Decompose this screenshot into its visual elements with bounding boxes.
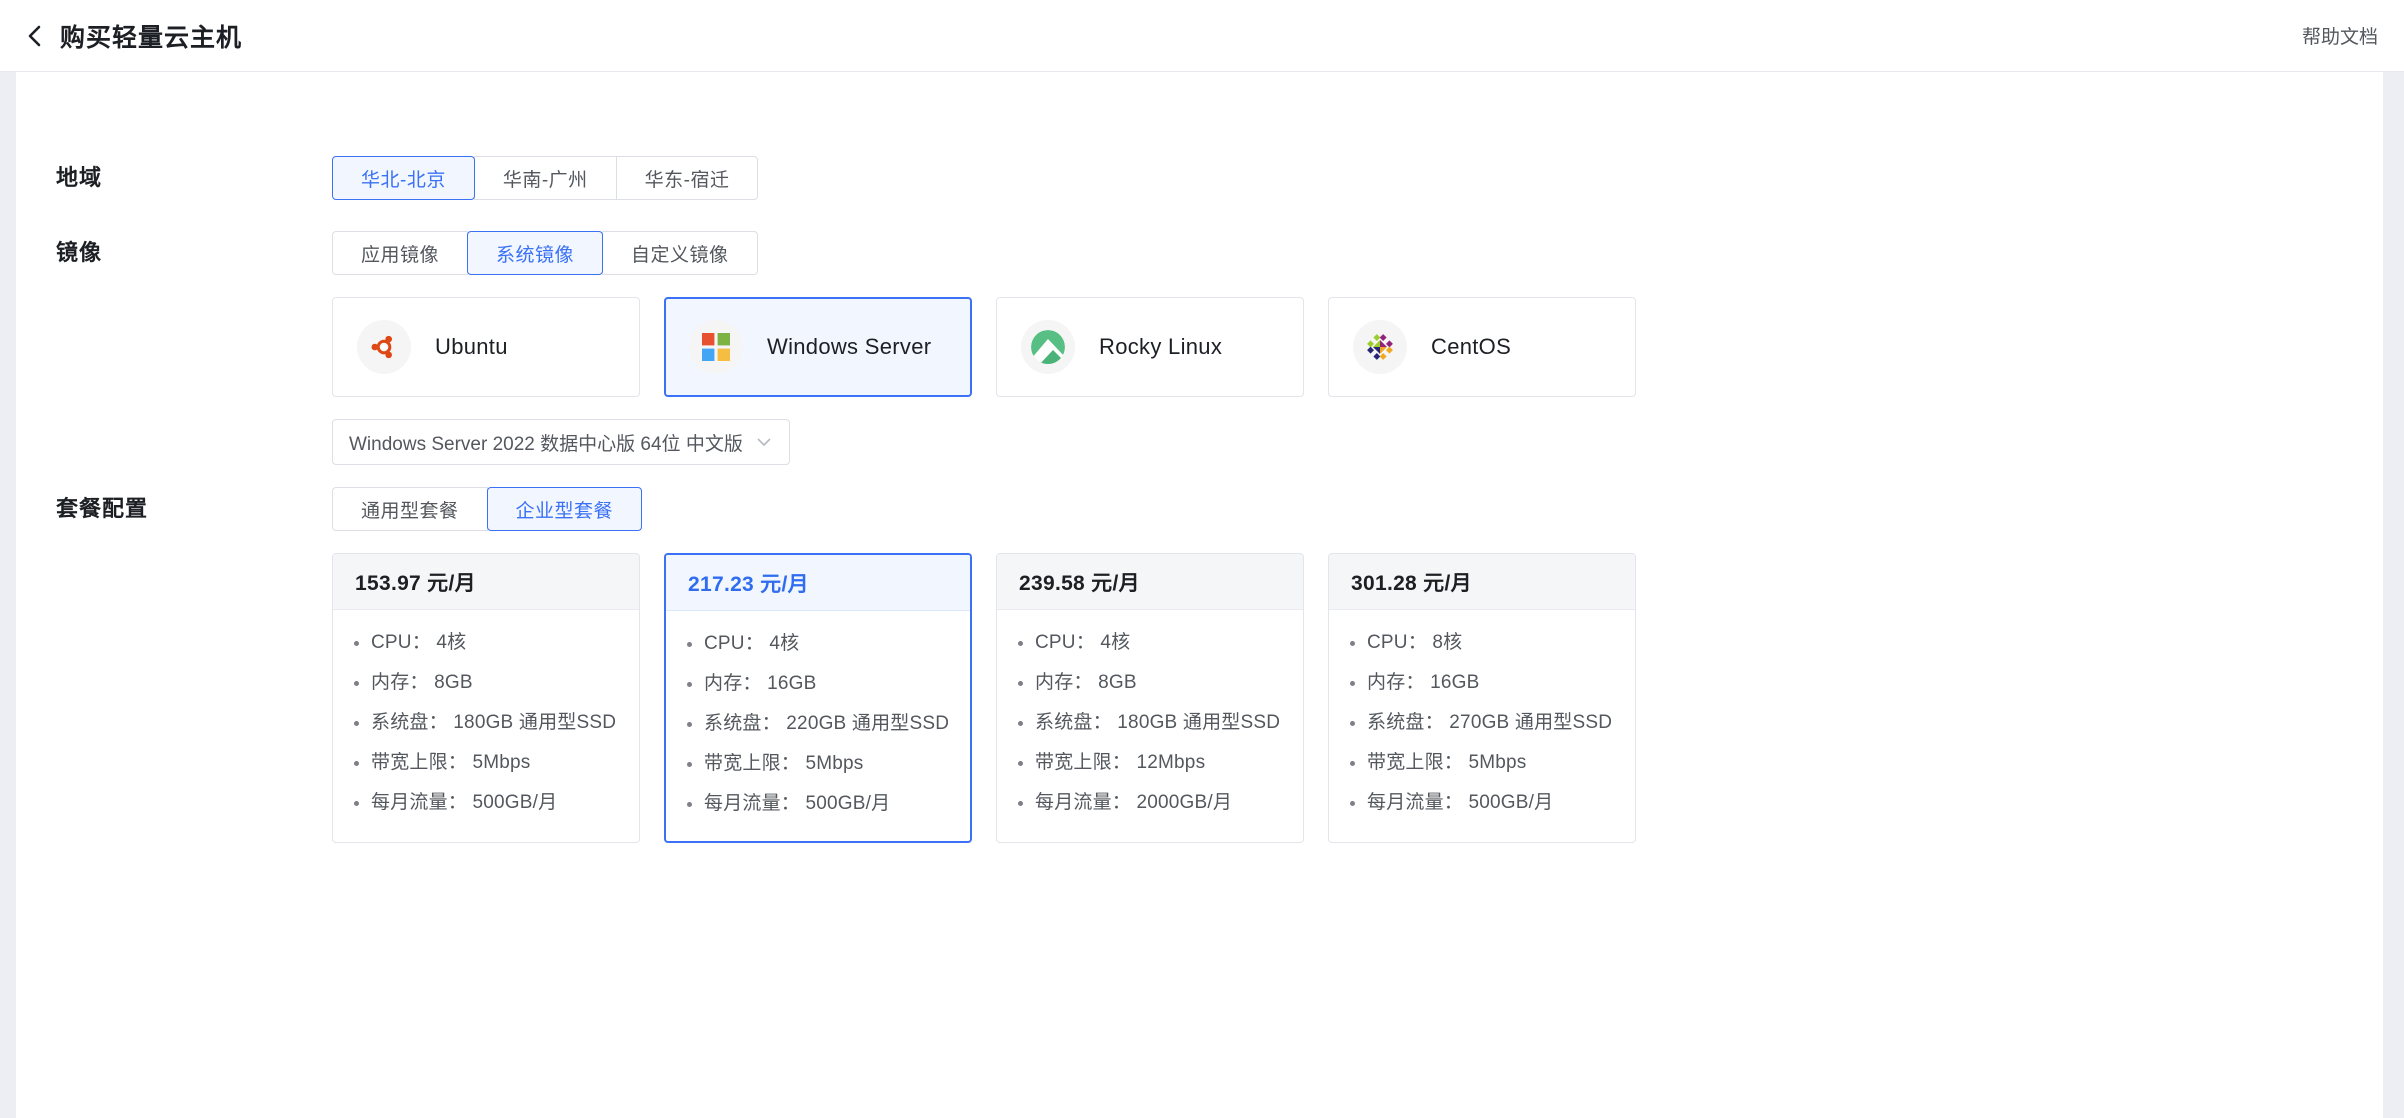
os-name-windows-server: Windows Server: [767, 334, 931, 360]
plan-tab-general[interactable]: 通用型套餐: [332, 487, 488, 531]
os-version-select-value: Windows Server 2022 数据中心版 64位 中文版: [349, 429, 755, 456]
plan-card-3-spec-traffic: 每月流量： 500GB/月: [1367, 790, 1621, 816]
plan-card-1-price: 217.23 元/月: [688, 568, 809, 598]
windows-logo-icon: [689, 320, 743, 374]
plan-card-0-specs: CPU： 4核 内存： 8GB 系统盘： 180GB 通用型SSD 带宽上限： …: [333, 610, 639, 840]
plan-card-3-price: 301.28 元/月: [1351, 567, 1472, 597]
plan-card-0-price: 153.97 元/月: [355, 567, 476, 597]
plan-section: 套餐配置 通用型套餐 企业型套餐 153.97 元/月 CPU： 4核 内存： …: [16, 487, 2383, 843]
plan-tab-enterprise[interactable]: 企业型套餐: [487, 487, 643, 531]
rocky-linux-logo-icon: [1021, 320, 1075, 374]
os-card-windows-server[interactable]: Windows Server: [664, 297, 972, 397]
plan-card-1-specs: CPU： 4核 内存： 16GB 系统盘： 220GB 通用型SSD 带宽上限：…: [666, 611, 970, 841]
region-section: 地域 华北-北京 华南-广州 华东-宿迁: [16, 156, 2383, 200]
chevron-left-icon: [25, 23, 45, 49]
region-tab-2[interactable]: 华东-宿迁: [616, 156, 759, 200]
plan-body: 通用型套餐 企业型套餐 153.97 元/月 CPU： 4核 内存： 8GB 系…: [332, 487, 2383, 843]
plan-card-3-header: 301.28 元/月: [1329, 554, 1635, 610]
plan-card-2-spec-cpu: CPU： 4核: [1035, 630, 1289, 656]
plan-label: 套餐配置: [16, 487, 332, 531]
plan-card-0-spec-traffic: 每月流量： 500GB/月: [371, 790, 625, 816]
plan-card-2-spec-traffic: 每月流量： 2000GB/月: [1035, 790, 1289, 816]
help-doc-link[interactable]: 帮助文档: [2302, 22, 2378, 49]
plan-card-3-specs: CPU： 8核 内存： 16GB 系统盘： 270GB 通用型SSD 带宽上限：…: [1329, 610, 1635, 840]
plan-card-1-header: 217.23 元/月: [666, 555, 970, 611]
image-tab-system[interactable]: 系统镜像: [467, 231, 603, 275]
top-bar: 购买轻量云主机 帮助文档: [0, 0, 2404, 72]
plan-card-2-header: 239.58 元/月: [997, 554, 1303, 610]
os-name-ubuntu: Ubuntu: [435, 334, 508, 360]
os-name-rocky-linux: Rocky Linux: [1099, 334, 1222, 360]
plan-card-0-spec-memory: 内存： 8GB: [371, 670, 625, 696]
plan-card-0-header: 153.97 元/月: [333, 554, 639, 610]
plan-card-3-spec-cpu: CPU： 8核: [1367, 630, 1621, 656]
os-card-ubuntu[interactable]: Ubuntu: [332, 297, 640, 397]
centos-logo-icon: [1353, 320, 1407, 374]
plan-card-1[interactable]: 217.23 元/月 CPU： 4核 内存： 16GB 系统盘： 220GB 通…: [664, 553, 972, 843]
region-tab-0[interactable]: 华北-北京: [332, 156, 475, 200]
os-version-select[interactable]: Windows Server 2022 数据中心版 64位 中文版: [332, 419, 790, 465]
plan-card-0-spec-disk: 系统盘： 180GB 通用型SSD: [371, 710, 625, 736]
region-label: 地域: [16, 156, 332, 200]
plan-card-0-spec-bandwidth: 带宽上限： 5Mbps: [371, 750, 625, 776]
plan-card-3[interactable]: 301.28 元/月 CPU： 8核 内存： 16GB 系统盘： 270GB 通…: [1328, 553, 1636, 843]
region-tab-group: 华北-北京 华南-广州 华东-宿迁: [332, 156, 758, 200]
plan-card-1-spec-cpu: CPU： 4核: [704, 631, 956, 657]
page-title: 购买轻量云主机: [60, 18, 242, 54]
plan-card-1-spec-bandwidth: 带宽上限： 5Mbps: [704, 751, 956, 777]
region-body: 华北-北京 华南-广州 华东-宿迁: [332, 156, 2383, 200]
chevron-down-icon: [755, 433, 773, 451]
plan-card-1-spec-memory: 内存： 16GB: [704, 671, 956, 697]
os-card-grid: Ubuntu Windows Server: [332, 297, 2383, 397]
plan-card-2-spec-bandwidth: 带宽上限： 12Mbps: [1035, 750, 1289, 776]
plan-tab-group: 通用型套餐 企业型套餐: [332, 487, 642, 531]
os-name-centos: CentOS: [1431, 334, 1511, 360]
plan-card-0-spec-cpu: CPU： 4核: [371, 630, 625, 656]
os-card-rocky-linux[interactable]: Rocky Linux: [996, 297, 1304, 397]
image-label: 镜像: [16, 231, 332, 275]
plan-card-2-price: 239.58 元/月: [1019, 567, 1140, 597]
image-tab-app[interactable]: 应用镜像: [332, 231, 468, 275]
os-card-centos[interactable]: CentOS: [1328, 297, 1636, 397]
plan-card-3-spec-bandwidth: 带宽上限： 5Mbps: [1367, 750, 1621, 776]
ubuntu-logo-icon: [357, 320, 411, 374]
plan-card-1-spec-disk: 系统盘： 220GB 通用型SSD: [704, 711, 956, 737]
plan-card-1-spec-traffic: 每月流量： 500GB/月: [704, 791, 956, 817]
region-tab-1[interactable]: 华南-广州: [474, 156, 617, 200]
image-section: 镜像 应用镜像 系统镜像 自定义镜像: [16, 231, 2383, 465]
plan-card-3-spec-memory: 内存： 16GB: [1367, 670, 1621, 696]
plan-card-2-spec-memory: 内存： 8GB: [1035, 670, 1289, 696]
image-tab-custom[interactable]: 自定义镜像: [602, 231, 758, 275]
plan-card-0[interactable]: 153.97 元/月 CPU： 4核 内存： 8GB 系统盘： 180GB 通用…: [332, 553, 640, 843]
plan-card-grid: 153.97 元/月 CPU： 4核 内存： 8GB 系统盘： 180GB 通用…: [332, 553, 2383, 843]
plan-card-2-specs: CPU： 4核 内存： 8GB 系统盘： 180GB 通用型SSD 带宽上限： …: [997, 610, 1303, 840]
back-button[interactable]: [20, 21, 50, 51]
content-panel: 地域 华北-北京 华南-广州 华东-宿迁 镜像 应用镜像 系统镜像 自定义镜像: [16, 72, 2383, 1118]
image-tab-group: 应用镜像 系统镜像 自定义镜像: [332, 231, 758, 275]
plan-card-2[interactable]: 239.58 元/月 CPU： 4核 内存： 8GB 系统盘： 180GB 通用…: [996, 553, 1304, 843]
image-body: 应用镜像 系统镜像 自定义镜像: [332, 231, 2383, 465]
plan-card-2-spec-disk: 系统盘： 180GB 通用型SSD: [1035, 710, 1289, 736]
plan-card-3-spec-disk: 系统盘： 270GB 通用型SSD: [1367, 710, 1621, 736]
